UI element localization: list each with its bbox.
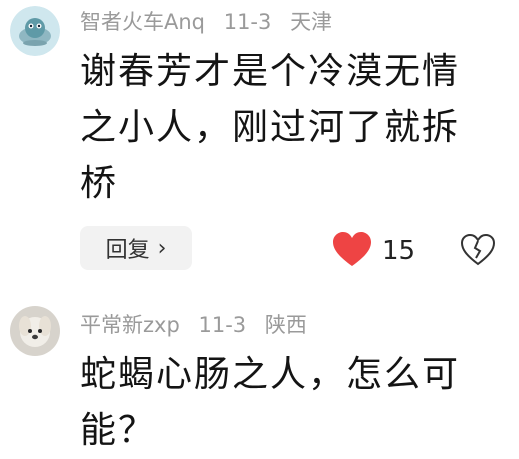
comment-meta: 智者火车Anq 11-3 天津 (80, 9, 344, 35)
user-avatar[interactable] (10, 306, 60, 356)
username[interactable]: 平常新zxp (80, 313, 180, 337)
comment-location: 天津 (290, 10, 333, 34)
username[interactable]: 智者火车Anq (80, 10, 205, 34)
reply-label: 回复 (105, 238, 150, 263)
chevron-right-icon: › (157, 235, 167, 261)
comment-text: 谢春芳才是个冷漠无情之小人，刚过河了就拆桥 (80, 51, 461, 204)
comment-item: 智者火车Anq 11-3 天津 谢春芳才是个冷漠无情之小人，刚过河了就拆桥 回复… (0, 0, 519, 290)
comment-item: 平常新zxp 11-3 陕西 蛇蝎心肠之人，怎么可能？ (0, 292, 519, 457)
comment-date: 11-3 (198, 313, 247, 337)
broken-heart-icon[interactable] (460, 233, 496, 267)
heart-icon[interactable] (332, 232, 372, 268)
comment-meta: 平常新zxp 11-3 陕西 (80, 312, 319, 338)
comment-date: 11-3 (223, 10, 272, 34)
reply-button[interactable]: 回复 › (80, 226, 192, 270)
like-count: 15 (382, 236, 416, 266)
comment-text: 蛇蝎心肠之人，怎么可能？ (80, 354, 461, 451)
user-avatar[interactable] (10, 6, 60, 56)
comment-location: 陕西 (264, 313, 307, 337)
